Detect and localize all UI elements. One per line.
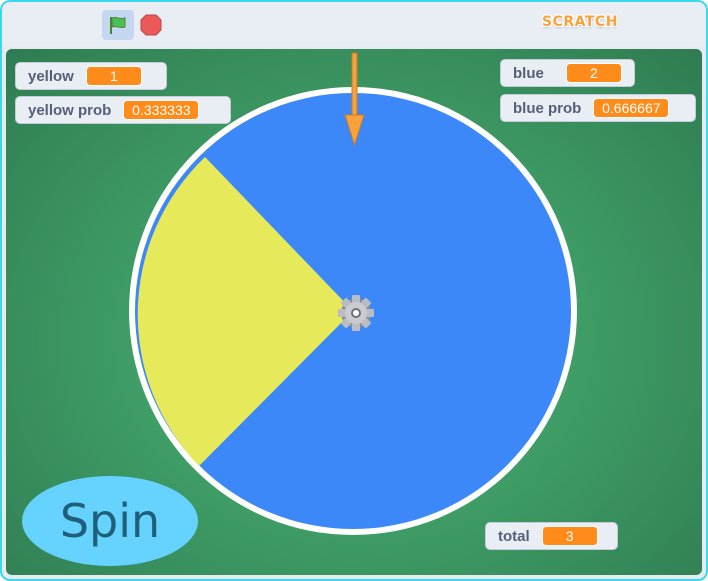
stage[interactable]: yellow 1 yellow prob 0.333333 blue 2 blu…: [6, 49, 702, 575]
monitor-blue[interactable]: blue 2: [500, 59, 635, 87]
monitor-label: total: [498, 527, 530, 545]
monitor-label: blue: [513, 64, 544, 82]
monitor-label: blue prob: [513, 99, 582, 117]
green-flag-button[interactable]: [102, 10, 134, 40]
gear-icon: [338, 295, 374, 331]
monitor-value: 2: [565, 63, 622, 83]
spin-button-label: Spin: [59, 494, 161, 548]
monitor-blue-prob[interactable]: blue prob 0.666667: [500, 94, 696, 122]
scratch-player: SCRATCH yellow 1 yellow prob 0.333333 bl…: [0, 0, 708, 581]
monitor-label: yellow prob: [28, 101, 112, 119]
monitor-total[interactable]: total 3: [485, 522, 618, 550]
monitor-value: 3: [541, 526, 598, 546]
monitor-yellow-prob[interactable]: yellow prob 0.333333: [15, 96, 231, 124]
monitor-value: 0.666667: [593, 98, 670, 118]
player-toolbar: SCRATCH: [2, 2, 706, 47]
stop-sign-icon[interactable]: [139, 13, 163, 37]
monitor-yellow[interactable]: yellow 1: [15, 62, 167, 90]
spin-button[interactable]: Spin: [22, 476, 198, 566]
monitor-label: yellow: [28, 67, 74, 85]
monitor-value: 1: [85, 66, 142, 86]
scratch-logo: SCRATCH: [542, 14, 618, 30]
green-flag-icon: [110, 16, 126, 34]
monitor-value: 0.333333: [123, 100, 200, 120]
